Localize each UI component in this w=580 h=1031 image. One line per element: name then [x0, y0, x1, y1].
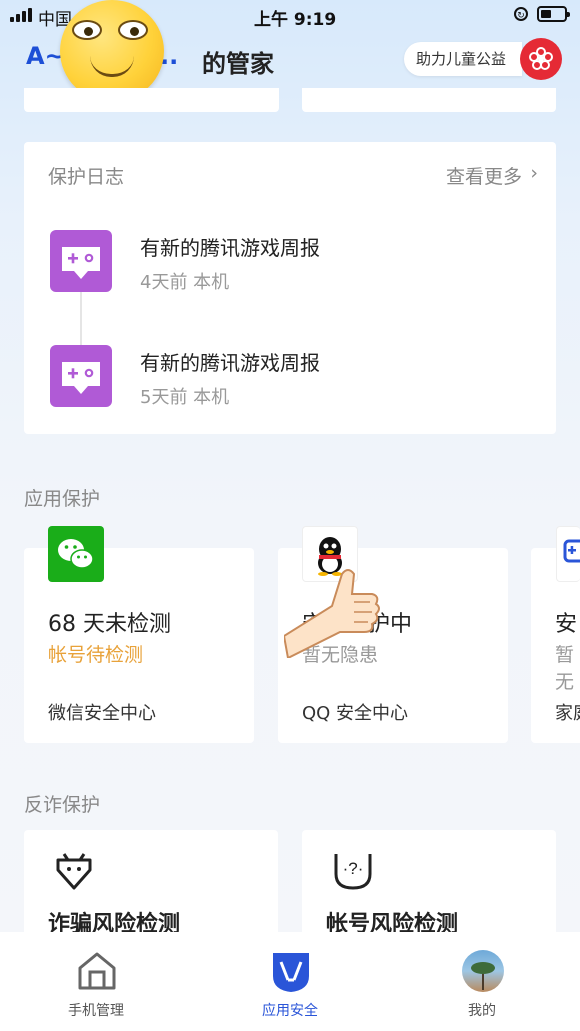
- gamepad-icon: [50, 230, 112, 292]
- tab-phone-management[interactable]: 手机管理: [56, 946, 138, 1026]
- header-title-suffix: 的管家: [202, 50, 274, 78]
- charity-badge-label: 助力儿童公益: [416, 50, 507, 68]
- app-protection-title: 应用保护: [24, 488, 101, 510]
- signal-icon: [10, 8, 32, 22]
- thumbs-up-sticker: [284, 569, 380, 658]
- app-card-status: 帐号待检测: [48, 644, 144, 666]
- tab-label: 手机管理: [68, 1003, 124, 1019]
- bottom-tab-bar: 手机管理 应用安全 我的: [0, 932, 580, 1031]
- log-item-title: 有新的腾讯游戏周报: [140, 351, 320, 375]
- summary-card-left[interactable]: [24, 88, 279, 112]
- tab-app-security[interactable]: 应用安全: [250, 946, 332, 1026]
- charity-badge[interactable]: 助力儿童公益: [404, 42, 522, 76]
- app-card-headline: 68 天未检测: [48, 612, 171, 637]
- gamepad-icon: [50, 345, 112, 407]
- status-time: 上午 9:19: [254, 10, 337, 30]
- battery-icon: [537, 6, 570, 22]
- avatar: [462, 950, 504, 992]
- fraud-risk-card[interactable]: 诈骗风险检测: [24, 830, 278, 940]
- app-card-name: 微信安全中心: [48, 703, 156, 724]
- tab-mine[interactable]: 我的: [440, 946, 522, 1026]
- tab-label: 应用安全: [262, 1003, 318, 1019]
- app-card-status: 暂无: [555, 644, 575, 693]
- family-icon: [556, 526, 580, 582]
- chevron-right-icon[interactable]: ›: [530, 162, 538, 184]
- wechat-icon: [48, 526, 104, 582]
- log-item[interactable]: 有新的腾讯游戏周报 5天前 本机: [24, 327, 556, 427]
- account-risk-card[interactable]: ·?· 帐号风险检测: [302, 830, 556, 940]
- app-card-name: 家庭: [555, 703, 580, 724]
- protection-log-card: 保护日志 查看更多 › 有新的腾讯游戏周报 4天前 本机 有新的腾讯游戏周报 5…: [24, 142, 556, 434]
- log-item[interactable]: 有新的腾讯游戏周报 4天前 本机: [24, 212, 556, 312]
- app-card-name: QQ 安全中心: [302, 703, 409, 724]
- emoji-sticker: [60, 0, 164, 102]
- log-item-meta: 5天前 本机: [140, 387, 230, 408]
- log-item-title: 有新的腾讯游戏周报: [140, 236, 320, 260]
- rotation-lock-icon: ↻: [514, 7, 528, 21]
- summary-card-right[interactable]: [302, 88, 556, 112]
- security-shield-icon: [273, 953, 309, 992]
- robot-shield-icon: [56, 853, 92, 890]
- fraud-protection-title: 反诈保护: [24, 794, 101, 816]
- app-card-headline: 安: [555, 612, 578, 637]
- protection-log-title: 保护日志: [48, 166, 125, 188]
- log-item-meta: 4天前 本机: [140, 272, 230, 293]
- house-icon: [78, 952, 116, 990]
- charity-flower-icon[interactable]: [520, 38, 562, 80]
- header-title-prefix: A~: [26, 42, 65, 70]
- question-shield-icon: ·?·: [334, 854, 372, 890]
- tab-label: 我的: [468, 1003, 496, 1019]
- view-more-link[interactable]: 查看更多: [446, 162, 522, 189]
- svg-text:·?·: ·?·: [343, 859, 364, 878]
